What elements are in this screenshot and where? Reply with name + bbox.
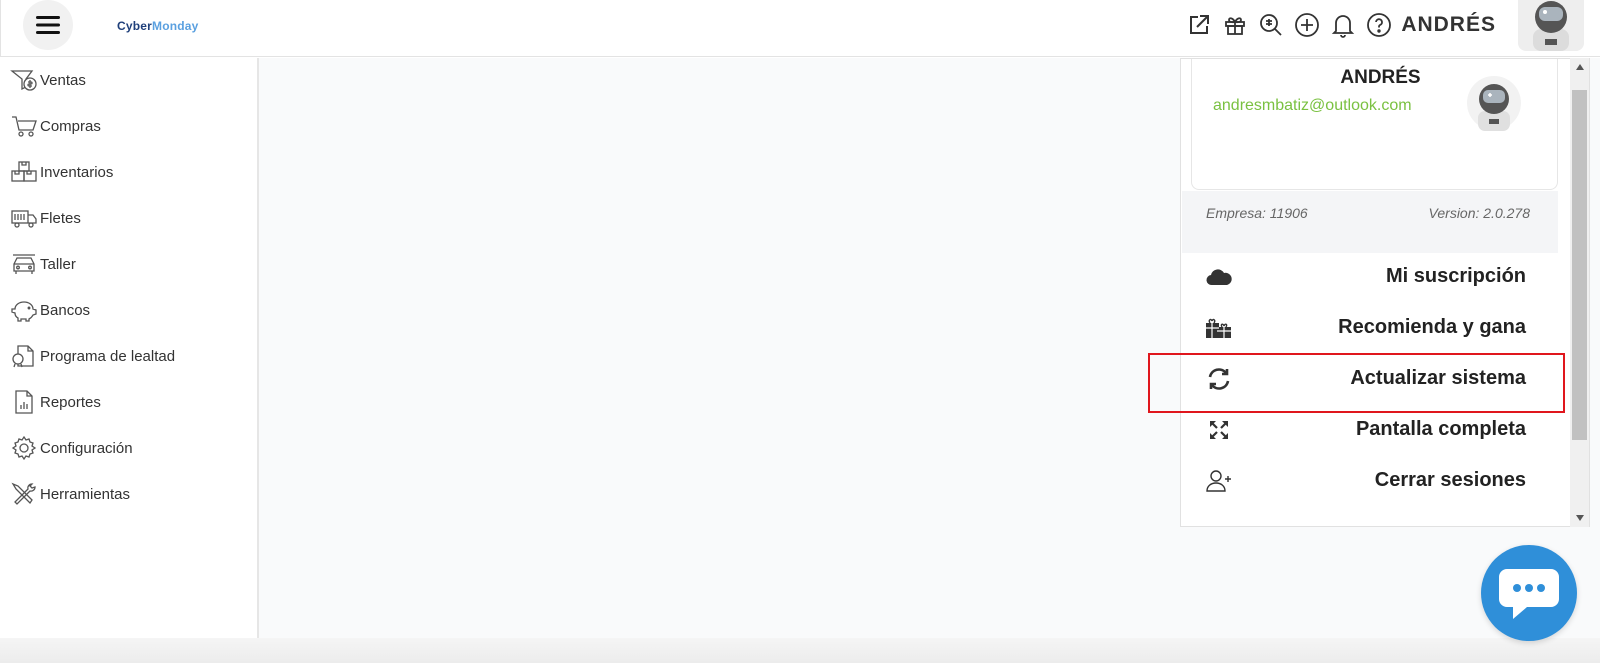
menu-item-label: Pantalla completa [1355, 418, 1526, 440]
sidebar-item-label: Bancos [40, 301, 91, 319]
sidebar-item-bancos[interactable]: Bancos [8, 296, 90, 324]
company-id: Empresa: 11906 [1206, 205, 1308, 221]
sidebar-item-ventas[interactable]: Ventas [8, 66, 86, 94]
sidebar-item-label: Inventarios [40, 163, 114, 181]
menu-item-cerrar-sesiones[interactable]: Cerrar sesiones [1182, 457, 1558, 505]
expand-icon [1204, 416, 1234, 444]
profile-dropdown: ANDRÉS andresmbatiz@outlook.com Empresa:… [1180, 58, 1590, 527]
add-icon [1295, 13, 1320, 37]
sidebar-item-label: Compras [40, 117, 101, 135]
user-avatar[interactable] [1518, 0, 1584, 51]
gift-button[interactable] [1217, 7, 1253, 43]
dropdown-scrollbar[interactable] [1570, 58, 1589, 527]
gifts-icon [1204, 314, 1234, 342]
menu-item-label: Recomienda y gana [1338, 316, 1526, 338]
bottom-strip [0, 638, 1600, 663]
top-bar: CyberMonday ANDRÉS [0, 0, 1600, 57]
refresh-icon [1204, 365, 1234, 393]
menu-item-recomienda-y-gana[interactable]: Recomienda y gana [1182, 304, 1558, 352]
menu-item-actualizar-sistema[interactable]: Actualizar sistema [1182, 355, 1558, 403]
menu-item-mi-suscripcion[interactable]: Mi suscripción [1182, 253, 1558, 301]
sidebar-item-compras[interactable]: Compras [8, 112, 101, 140]
scroll-down-button[interactable] [1570, 509, 1589, 527]
cloud-icon [1204, 263, 1234, 291]
profile-email: andresmbatiz@outlook.com [1213, 97, 1412, 114]
logo-part-1: Cyber [117, 19, 153, 33]
piggy-bank-icon [8, 296, 40, 324]
gear-icon [8, 434, 40, 462]
sidebar-item-label: Ventas [40, 71, 86, 89]
menu-item-label: Cerrar sesiones [1374, 469, 1526, 491]
profile-card: ANDRÉS andresmbatiz@outlook.com [1191, 59, 1558, 190]
chat-bubble-icon [1499, 569, 1559, 619]
profile-meta: Empresa: 11906 Version: 2.0.278 [1182, 191, 1558, 253]
sidebar-item-herramientas[interactable]: Herramientas [8, 480, 130, 508]
caret-up-icon [1575, 64, 1584, 70]
app-version: Version: 2.0.278 [1428, 205, 1530, 221]
external-link-icon [1190, 15, 1210, 34]
menu-toggle-button[interactable] [23, 0, 73, 50]
astronaut-avatar-icon [1533, 1, 1569, 51]
sidebar-item-inventarios[interactable]: Inventarios [8, 158, 113, 186]
help-icon [1367, 13, 1392, 37]
sidebar-item-configuracion[interactable]: Configuración [8, 434, 133, 462]
menu-item-label: Mi suscripción [1385, 265, 1526, 287]
car-icon [8, 250, 40, 278]
tools-icon [8, 480, 40, 508]
truck-icon [8, 204, 40, 232]
menu-item-pantalla-completa[interactable]: Pantalla completa [1182, 406, 1558, 454]
chat-button[interactable] [1481, 545, 1577, 641]
sidebar-item-label: Programa de lealtad [40, 347, 176, 365]
gift-icon [1225, 17, 1246, 35]
top-actions: ANDRÉS [1181, 0, 1600, 51]
scroll-up-button[interactable] [1570, 58, 1589, 76]
sidebar-item-programa-de-lealtad[interactable]: Programa de lealtad [8, 342, 175, 370]
notifications-button[interactable] [1325, 7, 1361, 43]
user-name[interactable]: ANDRÉS [1401, 13, 1496, 37]
add-button[interactable] [1289, 7, 1325, 43]
sidebar-item-label: Configuración [40, 439, 133, 457]
menu-item-label: Actualizar sistema [1350, 367, 1526, 389]
cart-icon [8, 112, 40, 140]
help-button[interactable] [1361, 7, 1397, 43]
sidebar-item-taller[interactable]: Taller [8, 250, 76, 278]
astronaut-avatar-icon [1467, 76, 1521, 131]
user-plus-icon [1204, 467, 1234, 495]
logo-part-2: Monday [152, 19, 199, 33]
sales-icon [8, 66, 40, 94]
sidebar: Ventas Compras Inventarios Fletes Taller… [0, 58, 259, 638]
report-icon [8, 388, 40, 416]
scroll-thumb[interactable] [1572, 90, 1587, 440]
sidebar-item-label: Herramientas [40, 485, 131, 503]
sidebar-item-fletes[interactable]: Fletes [8, 204, 81, 232]
sidebar-item-reportes[interactable]: Reportes [8, 388, 101, 416]
sidebar-item-label: Reportes [40, 393, 101, 411]
profile-avatar [1464, 73, 1524, 135]
hamburger-icon [36, 16, 60, 34]
loyalty-icon [8, 342, 40, 370]
boxes-icon [8, 158, 40, 186]
search-button[interactable] [1253, 7, 1289, 43]
search-icon [1260, 14, 1282, 36]
brand-logo[interactable]: CyberMonday [117, 19, 199, 33]
sidebar-item-label: Taller [40, 255, 76, 273]
external-link-button[interactable] [1181, 7, 1217, 43]
caret-down-icon [1575, 515, 1584, 521]
sidebar-item-label: Fletes [40, 209, 81, 227]
bell-icon [1332, 15, 1355, 38]
